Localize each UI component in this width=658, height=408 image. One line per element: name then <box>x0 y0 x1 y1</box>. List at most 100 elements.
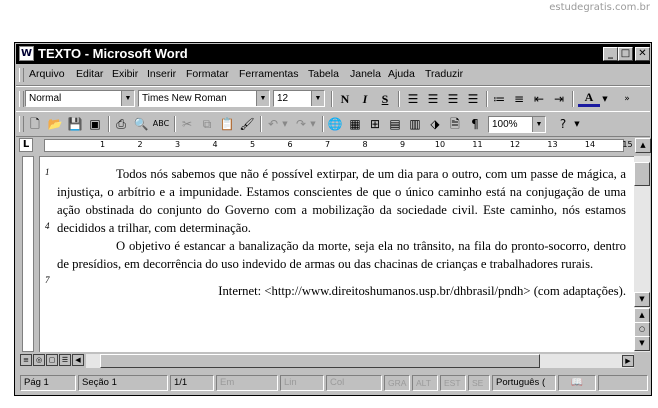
document-map-icon[interactable]: 🗎 <box>446 115 464 133</box>
normal-view-button[interactable]: ≡ <box>20 354 32 366</box>
web-view-button[interactable]: ◎ <box>33 354 45 366</box>
line-number: 4 <box>45 221 50 231</box>
previous-page-button[interactable]: ▲ <box>634 308 650 323</box>
tables-borders-icon[interactable]: ▦ <box>346 115 364 133</box>
numbering-icon[interactable]: ≔ <box>490 90 508 108</box>
font-select[interactable]: Times New Roman ▼ <box>138 90 270 107</box>
align-left-icon[interactable]: ☰ <box>404 90 422 108</box>
toolbar-separator <box>108 116 110 132</box>
document-area[interactable]: 1 4 7 Todos nós sabemos que não é possív… <box>39 156 634 352</box>
zoom-value: 100% <box>492 119 518 130</box>
horizontal-scroll-row: ≡ ◎ ▢ ☰ ◀ ▶ <box>16 353 650 370</box>
toolbar-grip[interactable] <box>19 116 24 132</box>
scroll-right-button[interactable]: ▶ <box>622 355 634 367</box>
zoom-select[interactable]: 100% ▼ <box>488 116 546 133</box>
undo-arrow-icon[interactable]: ▼ <box>280 115 290 133</box>
ruler-tick: 8 <box>362 140 368 149</box>
align-right-icon[interactable]: ☰ <box>444 90 462 108</box>
decrease-indent-icon[interactable]: ⇤ <box>530 90 548 108</box>
drawing-icon[interactable]: ⬗ <box>426 115 444 133</box>
scroll-thumb[interactable] <box>634 162 650 186</box>
minimize-button[interactable]: _ <box>603 47 618 61</box>
menu-inserir[interactable]: Inserir <box>147 68 176 80</box>
save-icon[interactable]: 💾 <box>66 115 84 133</box>
font-dropdown-arrow-icon[interactable]: ▼ <box>256 91 269 106</box>
word-app-icon[interactable]: W <box>19 46 34 61</box>
line-number: 7 <box>45 275 50 285</box>
menu-traduzir[interactable]: Traduzir <box>425 68 463 80</box>
toolbar-options-icon[interactable]: » <box>620 90 634 108</box>
scroll-down-button[interactable]: ▼ <box>634 292 650 307</box>
menu-tabela[interactable]: Tabela <box>308 68 339 80</box>
spelling-status-icon[interactable]: 📖 <box>558 375 596 391</box>
ruler-tick: 15 <box>622 140 633 149</box>
increase-indent-icon[interactable]: ⇥ <box>550 90 568 108</box>
horizontal-scroll-thumb[interactable] <box>100 354 540 368</box>
font-color-button[interactable]: A <box>578 90 600 107</box>
tab-selector[interactable]: L <box>19 138 33 152</box>
cut-icon[interactable]: ✂ <box>178 115 196 133</box>
insert-excel-icon[interactable]: ▤ <box>386 115 404 133</box>
menu-formatar[interactable]: Formatar <box>186 68 229 80</box>
menu-arquivo[interactable]: Arquivo <box>29 68 65 80</box>
toolbar-grip[interactable] <box>19 91 24 107</box>
show-hide-icon[interactable]: ¶ <box>466 115 484 133</box>
help-icon[interactable]: ? <box>554 115 572 133</box>
font-size-select[interactable]: 12 ▼ <box>273 90 325 107</box>
scroll-left-button[interactable]: ◀ <box>72 354 84 366</box>
italic-button[interactable]: I <box>356 90 374 108</box>
menu-ferramentas[interactable]: Ferramentas <box>239 68 299 80</box>
horizontal-scrollbar[interactable]: ▶ <box>86 354 634 368</box>
hyperlink-icon[interactable]: 🌐 <box>326 115 344 133</box>
close-button[interactable]: ✕ <box>635 47 650 61</box>
bold-button[interactable]: N <box>336 90 354 108</box>
style-select[interactable]: Normal ▼ <box>25 90 135 107</box>
status-ovr[interactable]: SE <box>468 375 490 391</box>
font-value: Times New Roman <box>142 93 227 104</box>
maximize-button[interactable]: □ <box>618 47 633 61</box>
status-trk[interactable]: ALT <box>412 375 438 391</box>
next-page-button[interactable]: ▼ <box>634 336 650 351</box>
copy-icon[interactable]: ⧉ <box>198 115 216 133</box>
ruler-tick: 7 <box>324 140 331 149</box>
vertical-scrollbar[interactable]: ▼ ▲ ○ ▼ <box>634 156 650 352</box>
menu-grip[interactable] <box>19 68 24 82</box>
status-language[interactable]: Português ( <box>492 375 556 391</box>
style-dropdown-arrow-icon[interactable]: ▼ <box>121 91 134 106</box>
size-dropdown-arrow-icon[interactable]: ▼ <box>311 91 324 106</box>
bullets-icon[interactable]: ≡ <box>510 90 528 108</box>
columns-icon[interactable]: ▥ <box>406 115 424 133</box>
new-document-icon[interactable]: 🗋 <box>26 115 44 133</box>
permission-icon[interactable]: ▣ <box>86 115 104 133</box>
menu-janela[interactable]: Janela <box>350 68 381 80</box>
menu-ajuda[interactable]: Ajuda <box>388 68 415 80</box>
browse-object-button[interactable]: ○ <box>634 322 650 337</box>
outline-view-button[interactable]: ☰ <box>59 354 71 366</box>
format-painter-icon[interactable]: 🖌 <box>238 115 256 133</box>
help-arrow-icon[interactable]: ▼ <box>572 115 582 133</box>
zoom-dropdown-arrow-icon[interactable]: ▼ <box>532 117 545 132</box>
scroll-up-button[interactable]: ▲ <box>635 138 651 153</box>
vertical-ruler-strip[interactable] <box>22 156 34 352</box>
print-layout-button[interactable]: ▢ <box>46 354 58 366</box>
redo-arrow-icon[interactable]: ▼ <box>308 115 318 133</box>
underline-button[interactable]: S <box>376 90 394 108</box>
status-rec[interactable]: GRA <box>384 375 410 391</box>
justify-icon[interactable]: ☰ <box>464 90 482 108</box>
menu-editar[interactable]: Editar <box>76 68 103 80</box>
toolbar-separator <box>398 91 400 107</box>
paste-icon[interactable]: 📋 <box>218 115 236 133</box>
print-preview-icon[interactable]: 🔍 <box>132 115 150 133</box>
print-icon[interactable]: ⎙ <box>112 115 130 133</box>
align-center-icon[interactable]: ☰ <box>424 90 442 108</box>
status-ext[interactable]: EST <box>440 375 466 391</box>
font-color-arrow-icon[interactable]: ▼ <box>600 90 610 108</box>
open-folder-icon[interactable]: 📂 <box>46 115 64 133</box>
insert-table-icon[interactable]: ⊞ <box>366 115 384 133</box>
spelling-icon[interactable]: ABC <box>152 115 170 133</box>
ruler-tick: 3 <box>174 140 181 149</box>
ruler-strip[interactable]: 1 2 3 4 5 6 7 8 9 10 11 12 13 14 15 <box>44 139 633 152</box>
menu-exibir[interactable]: Exibir <box>112 68 138 80</box>
font-size-value: 12 <box>277 93 289 104</box>
title-bar: W TEXTO - Microsoft Word _ □ ✕ <box>16 44 650 64</box>
